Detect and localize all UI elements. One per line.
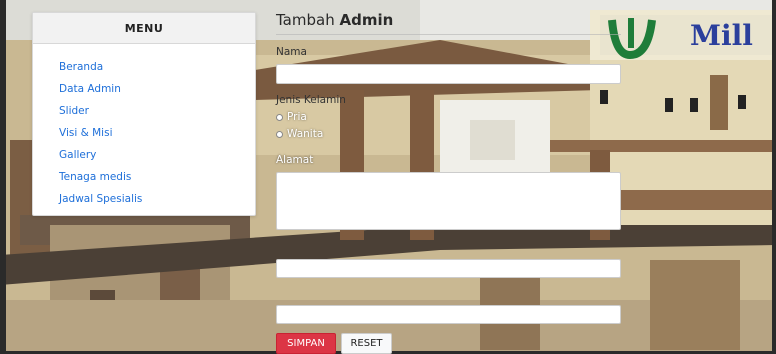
gender-option-pria-label: Pria: [287, 111, 307, 123]
sidebar-menu: MENU Beranda Data Admin Slider Visi & Mi…: [32, 12, 256, 216]
page-title-prefix: Tambah: [276, 11, 340, 29]
menu-item-visi-misi[interactable]: Visi & Misi: [59, 122, 255, 144]
gender-option-wanita[interactable]: Wanita: [276, 128, 323, 140]
alamat-textarea[interactable]: [276, 172, 621, 230]
menu-item-beranda[interactable]: Beranda: [59, 56, 255, 78]
menu-item-jadwal-spesialis[interactable]: Jadwal Spesialis: [59, 188, 255, 210]
gender-label: Jenis Kelamin: [276, 94, 346, 106]
title-divider: [276, 34, 621, 35]
gender-option-wanita-label: Wanita: [287, 128, 324, 140]
save-button[interactable]: SIMPAN: [276, 333, 336, 354]
alamat-label: Alamat: [276, 154, 314, 166]
menu-item-tenaga-medis[interactable]: Tenaga medis: [59, 166, 255, 188]
radio-pria[interactable]: [276, 113, 283, 121]
menu-header: MENU: [33, 13, 255, 44]
field-3-input[interactable]: [276, 259, 621, 278]
nama-label: Nama: [276, 46, 307, 58]
menu-list: Beranda Data Admin Slider Visi & Misi Ga…: [33, 44, 255, 210]
nama-input[interactable]: [276, 64, 621, 84]
menu-item-gallery[interactable]: Gallery: [59, 144, 255, 166]
menu-item-slider[interactable]: Slider: [59, 100, 255, 122]
field-4-input[interactable]: [276, 305, 621, 324]
page-title-bold: Admin: [339, 11, 394, 29]
gender-option-pria[interactable]: Pria: [276, 111, 307, 123]
page-title: Tambah Admin: [276, 11, 393, 29]
reset-button[interactable]: RESET: [341, 333, 392, 354]
sign-text: Mill: [690, 19, 753, 52]
menu-item-data-admin[interactable]: Data Admin: [59, 78, 255, 100]
radio-wanita[interactable]: [276, 130, 283, 138]
